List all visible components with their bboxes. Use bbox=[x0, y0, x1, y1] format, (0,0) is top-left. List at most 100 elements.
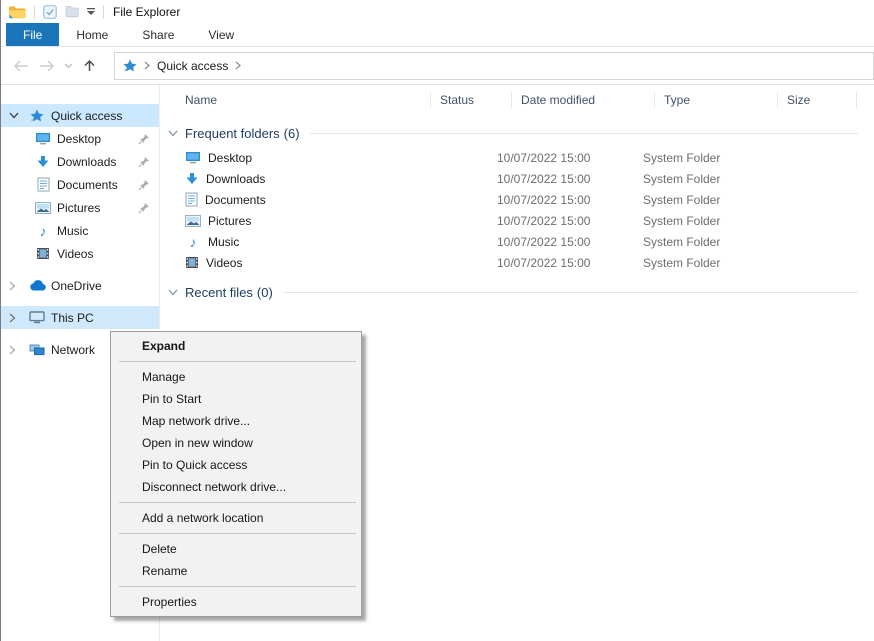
file-type: System Folder bbox=[643, 151, 720, 165]
toolbar-separator bbox=[103, 5, 104, 19]
menu-item-manage[interactable]: Manage bbox=[111, 366, 361, 388]
group-title: Recent files bbox=[185, 285, 253, 300]
sidebar-item-videos[interactable]: Videos bbox=[1, 242, 159, 265]
menu-item-pin-to-quick-access[interactable]: Pin to Quick access bbox=[111, 454, 361, 476]
group-header-recent-files[interactable]: Recent files (0) bbox=[168, 282, 858, 302]
downloads-icon bbox=[185, 172, 199, 185]
chevron-down-icon[interactable] bbox=[168, 289, 178, 296]
menu-separator bbox=[119, 586, 356, 587]
file-date-modified: 10/07/2022 15:00 bbox=[497, 214, 643, 228]
column-header-date-modified[interactable]: Date modified bbox=[512, 85, 655, 115]
file-name: Videos bbox=[206, 256, 242, 270]
tab-share[interactable]: Share bbox=[125, 23, 191, 46]
chevron-down-icon[interactable] bbox=[9, 112, 27, 119]
group-header-frequent-folders[interactable]: Frequent folders (6) bbox=[168, 123, 858, 143]
file-row-music[interactable]: ♪ Music 10/07/2022 15:00 System Folder bbox=[161, 231, 874, 252]
sidebar-item-pictures[interactable]: Pictures bbox=[1, 196, 159, 219]
file-row-documents[interactable]: Documents 10/07/2022 15:00 System Folder bbox=[161, 189, 874, 210]
tab-home[interactable]: Home bbox=[59, 23, 125, 46]
sidebar-item-label: OneDrive bbox=[51, 279, 102, 293]
column-header-type[interactable]: Type bbox=[655, 85, 778, 115]
chevron-down-icon[interactable] bbox=[168, 130, 178, 137]
column-header-size[interactable]: Size bbox=[778, 85, 857, 115]
sidebar-item-label: Videos bbox=[57, 247, 93, 261]
menu-item-delete[interactable]: Delete bbox=[111, 538, 361, 560]
downloads-icon bbox=[33, 155, 53, 168]
sidebar-item-label: Documents bbox=[57, 178, 118, 192]
breadcrumb-chevron-icon[interactable] bbox=[144, 61, 150, 70]
sidebar-item-label: Desktop bbox=[57, 132, 101, 146]
file-row-desktop[interactable]: Desktop 10/07/2022 15:00 System Folder bbox=[161, 147, 874, 168]
sidebar-item-label: Quick access bbox=[51, 109, 122, 123]
column-header-name[interactable]: Name bbox=[161, 85, 431, 115]
file-date-modified: 10/07/2022 15:00 bbox=[497, 151, 643, 165]
sidebar-item-documents[interactable]: Documents bbox=[1, 173, 159, 196]
window-border bbox=[0, 0, 1, 641]
menu-item-rename[interactable]: Rename bbox=[111, 560, 361, 582]
file-date-modified: 10/07/2022 15:00 bbox=[497, 235, 643, 249]
group-title: Frequent folders bbox=[185, 126, 280, 141]
window-title: File Explorer bbox=[113, 5, 180, 19]
file-row-videos[interactable]: Videos 10/07/2022 15:00 System Folder bbox=[161, 252, 874, 273]
properties-icon[interactable] bbox=[43, 5, 57, 19]
breadcrumb-quick-access[interactable]: Quick access bbox=[157, 59, 228, 73]
tab-file[interactable]: File bbox=[6, 23, 59, 46]
sidebar-item-downloads[interactable]: Downloads bbox=[1, 150, 159, 173]
file-name: Downloads bbox=[206, 172, 265, 186]
file-type: System Folder bbox=[643, 256, 720, 270]
navigation-bar: Quick access bbox=[0, 47, 874, 85]
new-folder-icon[interactable] bbox=[65, 5, 79, 18]
customize-quick-access-toolbar-icon[interactable] bbox=[87, 8, 95, 15]
context-menu: Expand Manage Pin to Start Map network d… bbox=[110, 331, 362, 617]
file-name: Desktop bbox=[208, 151, 252, 165]
menu-item-pin-to-start[interactable]: Pin to Start bbox=[111, 388, 361, 410]
menu-item-expand[interactable]: Expand bbox=[111, 335, 361, 357]
file-row-pictures[interactable]: Pictures 10/07/2022 15:00 System Folder bbox=[161, 210, 874, 231]
menu-item-disconnect-network-drive[interactable]: Disconnect network drive... bbox=[111, 476, 361, 498]
menu-item-add-a-network-location[interactable]: Add a network location bbox=[111, 507, 361, 529]
chevron-right-icon[interactable] bbox=[9, 345, 27, 355]
group-count: (6) bbox=[284, 126, 300, 141]
menu-item-properties[interactable]: Properties bbox=[111, 591, 361, 613]
videos-icon bbox=[185, 256, 199, 269]
this-pc-icon bbox=[27, 311, 47, 324]
file-date-modified: 10/07/2022 15:00 bbox=[497, 193, 643, 207]
file-row-downloads[interactable]: Downloads 10/07/2022 15:00 System Folder bbox=[161, 168, 874, 189]
sidebar-item-this-pc[interactable]: This PC bbox=[1, 306, 159, 329]
back-icon[interactable] bbox=[8, 53, 34, 79]
sidebar-item-music[interactable]: ♪ Music bbox=[1, 219, 159, 242]
menu-item-open-in-new-window[interactable]: Open in new window bbox=[111, 432, 361, 454]
desktop-icon bbox=[33, 132, 53, 145]
column-header-status[interactable]: Status bbox=[431, 85, 512, 115]
sidebar-item-label: Pictures bbox=[57, 201, 100, 215]
titlebar: File Explorer bbox=[0, 0, 874, 23]
menu-item-map-network-drive[interactable]: Map network drive... bbox=[111, 410, 361, 432]
pin-icon bbox=[138, 179, 150, 191]
music-icon: ♪ bbox=[33, 224, 53, 238]
recent-locations-dropdown-icon[interactable] bbox=[60, 53, 76, 79]
sidebar-item-label: Network bbox=[51, 343, 95, 357]
file-explorer-window: { "window": { "title": "File Explorer" }… bbox=[0, 0, 874, 641]
chevron-right-icon[interactable] bbox=[9, 313, 27, 323]
group-count: (0) bbox=[257, 285, 273, 300]
pictures-icon bbox=[33, 202, 53, 214]
pin-icon bbox=[138, 133, 150, 145]
sidebar-item-onedrive[interactable]: OneDrive bbox=[1, 274, 159, 297]
file-type: System Folder bbox=[643, 214, 720, 228]
menu-separator bbox=[119, 533, 356, 534]
file-name: Music bbox=[208, 235, 239, 249]
up-icon[interactable] bbox=[76, 53, 102, 79]
sidebar-item-quick-access[interactable]: Quick access bbox=[1, 104, 159, 127]
breadcrumb-chevron-icon[interactable] bbox=[235, 61, 241, 70]
tab-view[interactable]: View bbox=[191, 23, 251, 46]
quick-access-star-icon bbox=[27, 109, 47, 122]
address-bar[interactable]: Quick access bbox=[114, 52, 874, 80]
file-date-modified: 10/07/2022 15:00 bbox=[497, 256, 643, 270]
desktop-icon bbox=[185, 151, 201, 164]
forward-icon[interactable] bbox=[34, 53, 60, 79]
file-type: System Folder bbox=[643, 172, 720, 186]
sidebar-item-desktop[interactable]: Desktop bbox=[1, 127, 159, 150]
chevron-right-icon[interactable] bbox=[9, 281, 27, 291]
file-type: System Folder bbox=[643, 193, 720, 207]
toolbar-separator bbox=[34, 5, 35, 19]
